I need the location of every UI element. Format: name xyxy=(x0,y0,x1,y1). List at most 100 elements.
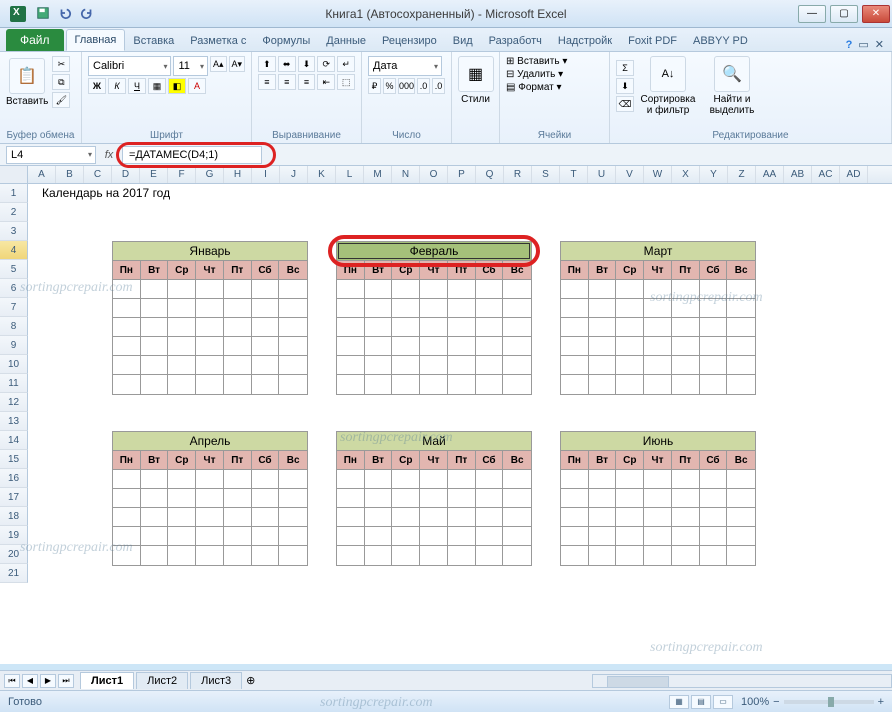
day-cell[interactable] xyxy=(589,299,617,318)
ribbon-minimize-icon[interactable]: ▭ xyxy=(858,38,868,51)
tab-addins[interactable]: Надстройк xyxy=(550,31,620,51)
day-cell[interactable] xyxy=(392,546,420,565)
day-cell[interactable] xyxy=(392,527,420,546)
day-cell[interactable] xyxy=(700,356,728,375)
day-cell[interactable] xyxy=(672,546,700,565)
day-cell[interactable] xyxy=(196,356,224,375)
day-cell[interactable] xyxy=(503,356,531,375)
percent-icon[interactable]: % xyxy=(383,78,396,94)
wrap-text-icon[interactable]: ↵ xyxy=(337,56,355,72)
day-cell[interactable] xyxy=(503,318,531,337)
column-header-J[interactable]: J xyxy=(280,166,308,183)
day-cell[interactable] xyxy=(420,546,448,565)
tab-abbyy[interactable]: ABBYY PD xyxy=(685,31,756,51)
day-cell[interactable] xyxy=(337,527,365,546)
day-cell[interactable] xyxy=(113,508,141,527)
day-cell[interactable] xyxy=(644,508,672,527)
redo-icon[interactable] xyxy=(80,6,96,22)
merge-icon[interactable]: ⬚ xyxy=(337,74,355,90)
align-right-icon[interactable]: ≡ xyxy=(298,74,316,90)
day-cell[interactable] xyxy=(644,299,672,318)
day-cell[interactable] xyxy=(365,470,393,489)
day-cell[interactable] xyxy=(196,489,224,508)
day-cell[interactable] xyxy=(337,356,365,375)
day-cell[interactable] xyxy=(561,299,589,318)
column-header-L[interactable]: L xyxy=(336,166,364,183)
month-name[interactable]: Январь xyxy=(113,242,307,261)
day-cell[interactable] xyxy=(365,489,393,508)
day-cell[interactable] xyxy=(279,299,307,318)
day-cell[interactable] xyxy=(196,546,224,565)
dec-decimal-icon[interactable]: .0 xyxy=(432,78,445,94)
tab-view[interactable]: Вид xyxy=(445,31,481,51)
paste-button[interactable]: 📋 xyxy=(9,58,45,94)
row-header-16[interactable]: 16 xyxy=(0,469,28,488)
day-cell[interactable] xyxy=(141,489,169,508)
underline-button[interactable]: Ч xyxy=(128,78,146,94)
day-cell[interactable] xyxy=(448,280,476,299)
row-header-4[interactable]: 4 xyxy=(0,241,28,260)
font-name-combo[interactable]: Calibri xyxy=(88,56,171,76)
day-cell[interactable] xyxy=(224,489,252,508)
font-size-combo[interactable]: 11 xyxy=(173,56,208,76)
day-cell[interactable] xyxy=(589,527,617,546)
day-cell[interactable] xyxy=(589,508,617,527)
find-select-button[interactable]: 🔍 xyxy=(714,56,750,92)
row-header-17[interactable]: 17 xyxy=(0,488,28,507)
day-cell[interactable] xyxy=(252,527,280,546)
column-header-N[interactable]: N xyxy=(392,166,420,183)
day-cell[interactable] xyxy=(476,508,504,527)
day-cell[interactable] xyxy=(141,318,169,337)
sheet-nav-next-icon[interactable]: ▶ xyxy=(40,674,56,688)
day-cell[interactable] xyxy=(644,546,672,565)
day-cell[interactable] xyxy=(672,356,700,375)
row-header-3[interactable]: 3 xyxy=(0,222,28,241)
help-icon[interactable]: ? xyxy=(846,39,853,51)
tab-review[interactable]: Рецензиро xyxy=(374,31,445,51)
day-cell[interactable] xyxy=(644,337,672,356)
minimize-button[interactable]: — xyxy=(798,5,826,23)
day-cell[interactable] xyxy=(337,337,365,356)
day-cell[interactable] xyxy=(503,470,531,489)
day-cell[interactable] xyxy=(589,375,617,394)
day-cell[interactable] xyxy=(727,527,755,546)
align-bottom-icon[interactable]: ⬇ xyxy=(298,56,316,72)
day-cell[interactable] xyxy=(727,470,755,489)
day-cell[interactable] xyxy=(279,546,307,565)
day-cell[interactable] xyxy=(168,299,196,318)
shrink-font-icon[interactable]: A▾ xyxy=(229,56,246,72)
column-header-Q[interactable]: Q xyxy=(476,166,504,183)
align-top-icon[interactable]: ⬆ xyxy=(258,56,276,72)
row-header-9[interactable]: 9 xyxy=(0,336,28,355)
day-cell[interactable] xyxy=(168,508,196,527)
day-cell[interactable] xyxy=(337,489,365,508)
autosum-icon[interactable]: Σ xyxy=(616,60,634,76)
column-header-S[interactable]: S xyxy=(532,166,560,183)
day-cell[interactable] xyxy=(700,508,728,527)
column-header-I[interactable]: I xyxy=(252,166,280,183)
day-cell[interactable] xyxy=(561,375,589,394)
day-cell[interactable] xyxy=(700,546,728,565)
day-cell[interactable] xyxy=(113,356,141,375)
month-name[interactable]: Февраль xyxy=(337,242,531,261)
column-header-D[interactable]: D xyxy=(112,166,140,183)
day-cell[interactable] xyxy=(168,280,196,299)
day-cell[interactable] xyxy=(448,299,476,318)
day-cell[interactable] xyxy=(420,318,448,337)
zoom-slider[interactable] xyxy=(784,700,874,704)
fx-icon[interactable]: fx xyxy=(100,149,118,161)
day-cell[interactable] xyxy=(420,470,448,489)
day-cell[interactable] xyxy=(196,337,224,356)
day-cell[interactable] xyxy=(337,375,365,394)
day-cell[interactable] xyxy=(392,489,420,508)
day-cell[interactable] xyxy=(392,470,420,489)
italic-button[interactable]: К xyxy=(108,78,126,94)
column-header-H[interactable]: H xyxy=(224,166,252,183)
day-cell[interactable] xyxy=(644,356,672,375)
column-header-Y[interactable]: Y xyxy=(700,166,728,183)
day-cell[interactable] xyxy=(168,318,196,337)
column-header-A[interactable]: A xyxy=(28,166,56,183)
row-header-20[interactable]: 20 xyxy=(0,545,28,564)
fill-icon[interactable]: ⬇ xyxy=(616,78,634,94)
tab-foxit[interactable]: Foxit PDF xyxy=(620,31,685,51)
